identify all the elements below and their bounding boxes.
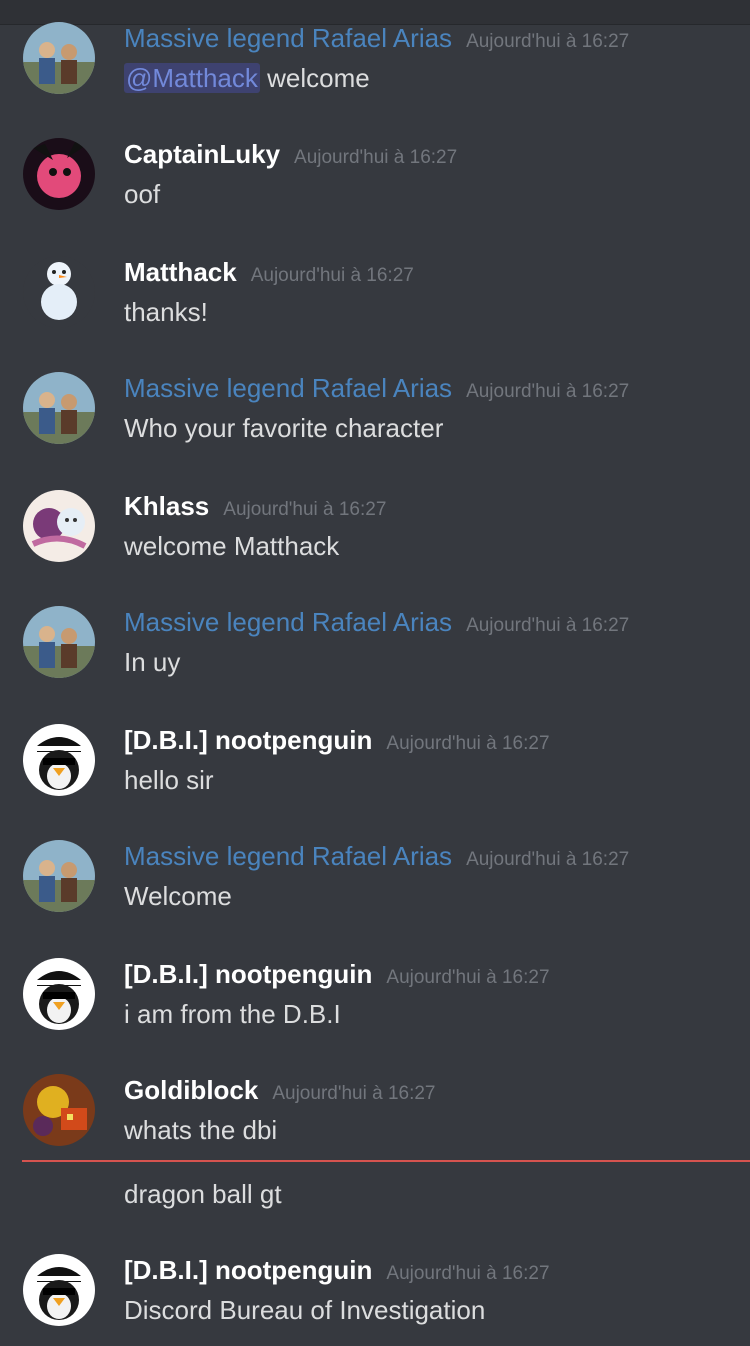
avatar[interactable] — [23, 138, 95, 210]
avatar[interactable] — [23, 1074, 95, 1146]
avatar[interactable] — [23, 958, 95, 1030]
avatar[interactable] — [23, 840, 95, 912]
message-text: i am from the D.B.I — [124, 999, 341, 1029]
timestamp: Aujourd'hui à 16:27 — [466, 849, 630, 870]
timestamp: Aujourd'hui à 16:27 — [466, 615, 630, 636]
avatar[interactable] — [23, 256, 95, 328]
timestamp: Aujourd'hui à 16:27 — [386, 733, 550, 754]
timestamp: Aujourd'hui à 16:27 — [223, 499, 387, 520]
timestamp: Aujourd'hui à 16:27 — [294, 147, 458, 168]
author-name[interactable]: Massive legend Rafael Arias Aujourd'hui à… — [124, 372, 629, 408]
avatar[interactable] — [23, 372, 95, 444]
author-name[interactable]: [D.B.I.] nootpenguin Aujourd'hui à 16:27 — [124, 724, 550, 760]
timestamp: Aujourd'hui à 16:27 — [386, 1263, 550, 1284]
message-text: dragon ball gt — [124, 1179, 282, 1209]
new-messages-divider — [22, 1160, 750, 1162]
timestamp: Aujourd'hui à 16:27 — [272, 1083, 436, 1104]
timestamp: Aujourd'hui à 16:27 — [466, 31, 630, 52]
avatar[interactable] — [23, 1254, 95, 1326]
message-text: Discord Bureau of Investigation — [124, 1295, 486, 1325]
author-name[interactable]: Massive legend Rafael Arias Aujourd'hui à… — [124, 22, 629, 58]
avatar[interactable] — [23, 22, 95, 94]
message-text: thanks! — [124, 297, 208, 327]
author-name[interactable]: Khlass Aujourd'hui à 16:27 — [124, 490, 386, 526]
author-name[interactable]: [D.B.I.] nootpenguin Aujourd'hui à 16:27 — [124, 958, 550, 994]
message-text: @Matthack welcome — [124, 63, 370, 93]
user-mention[interactable]: @Matthack — [124, 63, 260, 93]
message-text: Welcome — [124, 881, 232, 911]
avatar[interactable] — [23, 724, 95, 796]
message-text: hello sir — [124, 765, 214, 795]
author-name[interactable]: [D.B.I.] nootpenguin Aujourd'hui à 16:27 — [124, 1254, 550, 1290]
message-text: welcome Matthack — [124, 531, 340, 561]
author-name[interactable]: Goldiblock Aujourd'hui à 16:27 — [124, 1074, 436, 1110]
author-name[interactable]: Massive legend Rafael Arias Aujourd'hui à… — [124, 840, 629, 876]
message-text: Who your favorite character — [124, 413, 444, 443]
message-text: In uy — [124, 647, 181, 677]
author-name[interactable]: Massive legend Rafael Arias Aujourd'hui à… — [124, 606, 629, 642]
author-name[interactable]: Matthack Aujourd'hui à 16:27 — [124, 256, 414, 292]
timestamp: Aujourd'hui à 16:27 — [466, 381, 630, 402]
avatar[interactable] — [23, 606, 95, 678]
message-text: whats the dbi — [124, 1115, 278, 1145]
message-text: oof — [124, 179, 161, 209]
avatar[interactable] — [23, 490, 95, 562]
author-name[interactable]: CaptainLuky Aujourd'hui à 16:27 — [124, 138, 457, 174]
timestamp: Aujourd'hui à 16:27 — [386, 967, 550, 988]
timestamp: Aujourd'hui à 16:27 — [250, 265, 414, 286]
